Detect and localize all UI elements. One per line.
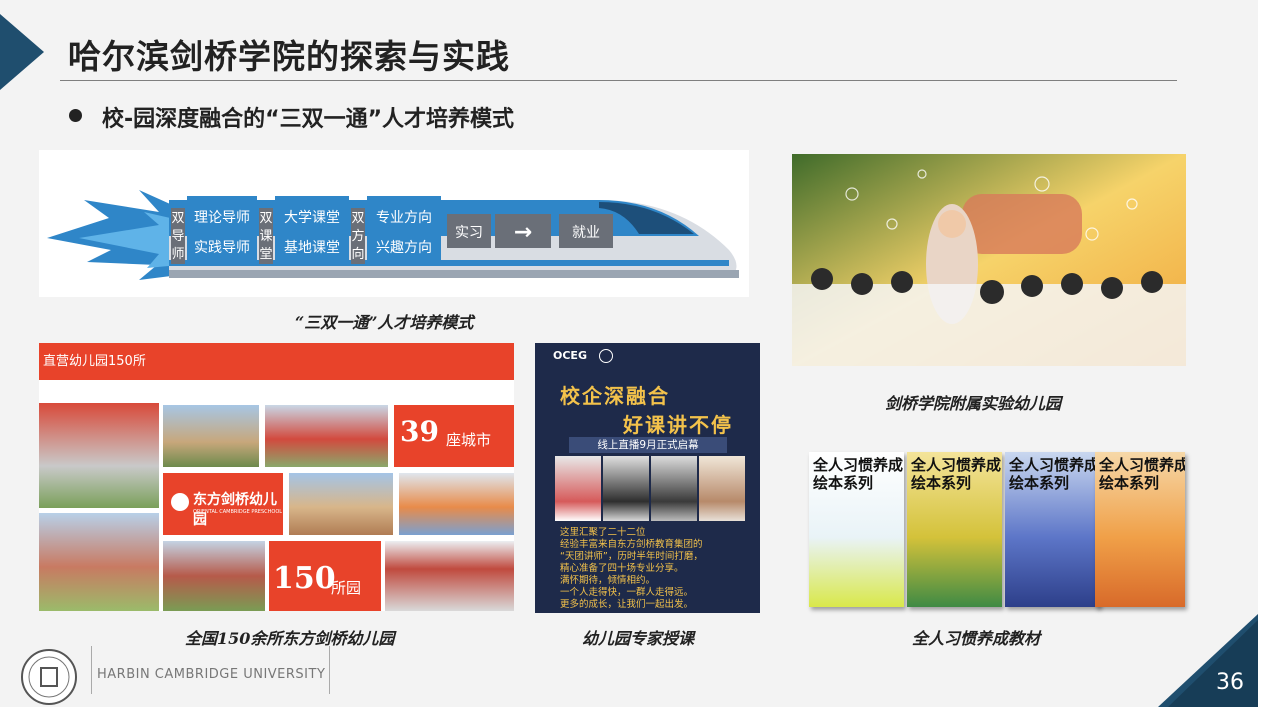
badge-kg-number: 150 — [273, 561, 336, 596]
book-title-line1: 全人习惯养成 — [1099, 456, 1185, 474]
kids-photo-illustration — [792, 154, 1186, 366]
book-title: 全人习惯养成 绘本系列 — [1009, 456, 1099, 492]
train-diagram: 双 导 师 理论导师 实践导师 双 课 堂 大学课堂 基地课堂 双 方 向 专业… — [39, 150, 749, 297]
kg-photo-brick — [289, 473, 393, 535]
kg-photo-play-area — [163, 541, 265, 611]
train-bottom — [169, 270, 739, 278]
footer-university-name: HARBIN CAMBRIDGE UNIVERSITY — [97, 667, 326, 682]
train-illustration: 双 导 师 理论导师 实践导师 双 课 堂 大学课堂 基地课堂 双 方 向 专业… — [47, 190, 739, 280]
label1-char0: 双 — [171, 211, 184, 226]
brand-logo-icon — [171, 493, 189, 511]
box2-line2: 基地课堂 — [284, 239, 340, 256]
page-number: 36 — [1216, 670, 1244, 695]
book-title-line2: 绘本系列 — [911, 474, 972, 492]
poster-band: 线上直播9月正式启幕 — [569, 437, 727, 453]
page-corner-triangle-inner — [1168, 620, 1258, 707]
label3-char2: 向 — [351, 246, 364, 262]
poster-body-line: 满怀期待，倾情相约。 — [560, 575, 656, 586]
arrow-icon: → — [514, 220, 532, 245]
badge-cities-unit: 座城市 — [446, 431, 492, 449]
university-seal-icon — [598, 349, 613, 363]
teacher-head — [938, 210, 966, 238]
book-title-line2: 绘本系列 — [813, 474, 874, 492]
speaker-photo-3 — [651, 456, 697, 521]
book-title-line1: 全人习惯养成 — [1009, 456, 1100, 474]
slide-edge — [1258, 0, 1269, 711]
title-divider — [60, 80, 1177, 81]
kg-photo-playground — [265, 405, 388, 467]
kg-photo-slides — [399, 473, 514, 535]
poster-body-line: “天团讲师”，历时半年时间打磨， — [560, 551, 703, 562]
kindergarten-collage: 直营幼儿园150所 39 座城市 东方剑桥幼儿园 ORIENTAL CAMBRI… — [39, 343, 514, 611]
book-3: 全人习惯养成 绘本系列 — [1005, 452, 1100, 607]
corner-accent-triangle — [0, 14, 44, 90]
book-title-line1: 全人习惯养成 — [911, 456, 1002, 474]
step1-label: 实习 — [455, 225, 483, 241]
book-title-line2: 绘本系列 — [1009, 474, 1070, 492]
poster-body-line: 这里汇聚了二十二位 — [560, 527, 646, 538]
label2-char1: 课 — [259, 229, 272, 244]
kids-caption: 剑桥学院附属实验幼儿园 — [885, 394, 1062, 413]
oceg-logo-text: OCEG — [553, 349, 587, 362]
brand-badge: 东方剑桥幼儿园 ORIENTAL CAMBRIDGE PRESCHOOL — [163, 473, 283, 535]
book-1: 全人习惯养成 绘本系列 — [809, 452, 904, 607]
books-caption: 全人习惯养成教材 — [912, 629, 1041, 648]
box1-line2: 实践导师 — [194, 240, 250, 256]
kg-photo-towers — [39, 513, 159, 611]
book-title: 全人习惯养成 绘本系列 — [813, 456, 903, 492]
book-4: 全人习惯养成 绘本系列 — [1095, 452, 1185, 607]
poster-body-line: 经验丰富来自东方剑桥教育集团的 — [560, 539, 703, 550]
book-title-line1: 全人习惯养成 — [813, 456, 904, 474]
poster-body-line: 精心准备了四十场专业分享。 — [560, 563, 684, 574]
university-seal-logo — [21, 649, 77, 705]
label2-char0: 双 — [259, 211, 272, 226]
box2-line1: 大学课堂 — [284, 210, 340, 226]
speaker-photo-1 — [555, 456, 601, 521]
poster-body: 这里汇聚了二十二位 经验丰富来自东方剑桥教育集团的 “天团讲师”，历时半年时间打… — [560, 527, 703, 611]
book-title: 全人习惯养成 绘本系列 — [911, 456, 1001, 492]
badge-kg-count: 150 所园 — [269, 541, 381, 611]
footer-divider — [329, 646, 330, 694]
poster-body-line: 一个人走得快，一群人走得远。 — [560, 587, 694, 598]
expert-course-poster: OCEG 校企深融合 好课讲不停 线上直播9月正式启幕 这里汇聚了二十二位 经验… — [535, 343, 760, 613]
habit-books: 全人习惯养成 绘本系列 全人习惯养成 绘本系列 全人习惯养成 绘本系列 全人习惯… — [809, 452, 1189, 610]
label1-char2: 师 — [171, 247, 184, 262]
label3-char0: 双 — [351, 211, 364, 226]
kg-header: 直营幼儿园150所 — [39, 343, 514, 380]
bullet-dot-icon — [69, 109, 82, 122]
poster-caption: 幼儿园专家授课 — [582, 629, 695, 648]
step2-label: 就业 — [572, 225, 600, 241]
kg-photo-arch — [385, 541, 514, 611]
box3-line1: 专业方向 — [376, 210, 432, 226]
poster-logos: OCEG — [553, 349, 613, 363]
badge-kg-unit: 所园 — [331, 579, 362, 597]
book-2: 全人习惯养成 绘本系列 — [907, 452, 1002, 607]
label1-char1: 导 — [171, 229, 184, 244]
poster-body-line: 更多的成长，让我们一起出发。 — [560, 599, 694, 610]
badge-cities: 39 座城市 — [394, 405, 514, 467]
label3-char1: 方 — [351, 228, 364, 244]
kg-photo-building-red — [39, 403, 159, 508]
speaker-photo-4 — [699, 456, 745, 521]
kindergarten-caption: 全国150余所东方剑桥幼儿园 — [185, 629, 395, 648]
slide-title: 哈尔滨剑桥学院的探索与实践 — [68, 37, 510, 76]
kg-photo-villa — [163, 405, 259, 467]
badge-cities-number: 39 — [400, 415, 439, 448]
footer-divider — [91, 646, 92, 694]
book-title: 全人习惯养成 绘本系列 — [1099, 456, 1185, 492]
poster-headline-2: 好课讲不停 — [623, 413, 733, 437]
box1-line1: 理论导师 — [194, 210, 250, 226]
train-caption: “三双一通”人才培养模式 — [295, 313, 474, 332]
slide: 哈尔滨剑桥学院的探索与实践 校-园深度融合的“三双一通”人才培养模式 双 导 师… — [0, 0, 1258, 707]
box3-line2: 兴趣方向 — [376, 240, 432, 256]
brand-sub: ORIENTAL CAMBRIDGE PRESCHOOL — [193, 509, 283, 515]
kindergarten-kids-photo — [792, 154, 1186, 366]
label2-char2: 堂 — [259, 247, 272, 262]
book-title-line2: 绘本系列 — [1099, 474, 1160, 492]
speaker-photo-2 — [603, 456, 649, 521]
colorful-tires — [962, 194, 1082, 254]
poster-headline-1: 校企深融合 — [560, 384, 670, 408]
slide-subtitle: 校-园深度融合的“三双一通”人才培养模式 — [102, 107, 515, 132]
